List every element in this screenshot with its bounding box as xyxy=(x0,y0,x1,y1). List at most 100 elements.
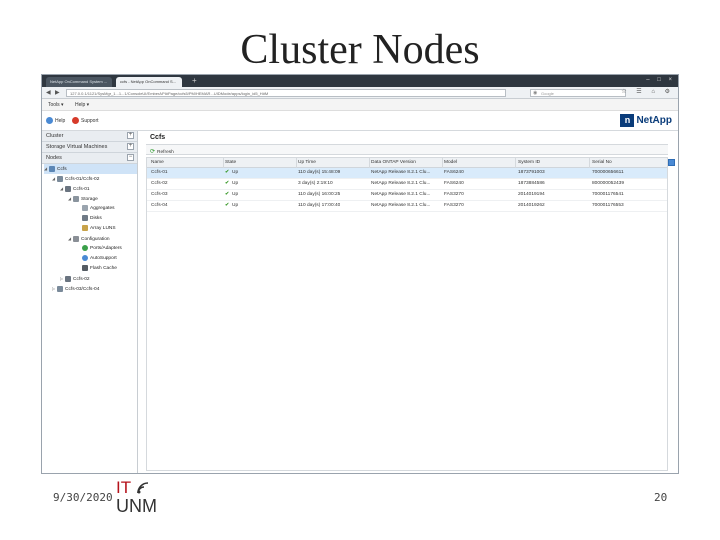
logo-it-text: IT xyxy=(116,478,132,497)
cell-state: ✔ Up xyxy=(225,179,238,189)
tree-item-ccfs-03-ccfs-04[interactable]: ▷ Ccfs-03/Ccfs-04 xyxy=(52,284,99,294)
table-row[interactable]: Ccfs-01 ✔ Up 110 day(s) 15:48:09 NetApp Rele… xyxy=(147,168,667,179)
refresh-button[interactable]: ⟳ Refresh xyxy=(150,149,174,155)
node-icon xyxy=(65,275,71,282)
table-row[interactable]: Ccfs-04 ✔ Up 110 day(s) 17:00:40 NetApp Rele… xyxy=(147,201,667,212)
cell-model: FAS3270 xyxy=(444,203,464,208)
page-title: Ccfs xyxy=(150,134,166,141)
browser-tab[interactable]: NetApp OnCommand System ... xyxy=(46,77,112,87)
column-header-ontap-version[interactable]: Data ONTAP Version xyxy=(371,158,416,168)
help-icon xyxy=(46,117,53,124)
tree-item-configuration[interactable]: ◢ Configuration xyxy=(68,234,110,244)
port-icon xyxy=(82,244,88,251)
table-row[interactable]: Ccfs-03 ✔ Up 110 day(s) 16:00:25 NetApp Rele… xyxy=(147,190,667,201)
configuration-icon xyxy=(73,235,79,242)
window-controls[interactable]: – □ × xyxy=(646,77,675,83)
cell-ontap-version: NetApp Release 8.2.1 Clu... xyxy=(371,181,431,186)
help-link[interactable]: Help xyxy=(46,117,65,124)
cell-system-id: 2014019194 xyxy=(518,192,545,197)
tree-item-ccfs-02[interactable]: ▷ Ccfs-02 xyxy=(60,274,90,284)
column-header-state[interactable]: State xyxy=(225,158,236,168)
table-header: Name State Up Time Data ONTAP Version Mo… xyxy=(147,158,675,168)
column-header-name[interactable]: Name xyxy=(151,158,164,168)
column-header-model[interactable]: Model xyxy=(444,158,457,168)
help-label: Help xyxy=(55,117,66,124)
netapp-logo: n NetApp xyxy=(620,114,672,127)
table-row[interactable]: Ccfs-02 ✔ Up 3 day(s) 2:19:10 NetApp Release… xyxy=(147,179,667,190)
refresh-icon: ⟳ xyxy=(150,149,156,155)
nodes-table: Name State Up Time Data ONTAP Version Mo… xyxy=(146,157,675,471)
storage-icon xyxy=(73,195,79,202)
cell-model: FAS6240 xyxy=(444,170,464,175)
column-header-serial-no[interactable]: Serial No xyxy=(592,158,612,168)
flash-cache-icon xyxy=(82,264,88,271)
browser-screenshot: NetApp OnCommand System ... ccfs - NetAp… xyxy=(41,74,679,474)
status-up-icon: ✔ xyxy=(225,181,230,186)
cell-up-time: 3 day(s) 2:19:10 xyxy=(298,181,333,186)
menu-tools[interactable]: Tools ▾ xyxy=(48,102,64,108)
tree-item-flash-cache[interactable]: Flash Cache xyxy=(82,264,117,274)
cell-name: Ccfs-04 xyxy=(151,203,168,208)
expand-icon[interactable]: + xyxy=(127,143,134,150)
slide-date: 9/30/2020 xyxy=(53,491,113,504)
content-pane: Ccfs ⟳ Refresh Name State Up Time Data ON… xyxy=(146,131,678,473)
support-link[interactable]: Support xyxy=(72,117,99,124)
back-arrow-icon[interactable]: ◀ xyxy=(46,89,51,96)
tree-item-storage[interactable]: ◢ Storage xyxy=(68,194,98,204)
search-placeholder: Google xyxy=(541,91,554,96)
search-input[interactable]: ◉ Google xyxy=(530,89,626,97)
column-header-up-time[interactable]: Up Time xyxy=(298,158,316,168)
cell-serial-no: 700000656611 xyxy=(592,170,624,175)
tree-item-ports-adapters[interactable]: Ports/Adapters xyxy=(82,244,122,254)
column-header-system-id[interactable]: System ID xyxy=(518,158,540,168)
tree-item-aggregates[interactable]: Aggregates xyxy=(82,204,115,214)
cell-serial-no: 700001176553 xyxy=(592,203,624,208)
disk-icon xyxy=(82,214,88,221)
cell-serial-no: 700001176541 xyxy=(592,192,624,197)
wireless-waves-icon xyxy=(137,482,149,494)
browser-toolbar-icons[interactable]: ☆ ☰ ⌂ ⚙ xyxy=(621,88,674,95)
node-icon xyxy=(65,185,71,192)
section-storage-virtual-machines[interactable]: Storage Virtual Machines + xyxy=(42,142,137,153)
section-cluster[interactable]: Cluster + xyxy=(42,131,137,142)
cell-system-id: 2014019262 xyxy=(518,203,545,208)
new-tab-button[interactable]: + xyxy=(192,76,197,85)
autosupport-icon xyxy=(82,254,88,261)
refresh-label: Refresh xyxy=(157,150,174,155)
cell-system-id: 1873791003 xyxy=(518,170,545,175)
support-icon xyxy=(72,117,79,124)
url-input[interactable]: 127.0.0.1/1121/SysMgr_1...1...1/ConsoleU… xyxy=(66,89,506,97)
tree-item-autosupport[interactable]: AutoSupport xyxy=(82,254,117,264)
section-nodes[interactable]: Nodes − xyxy=(42,153,137,164)
expand-icon[interactable]: + xyxy=(127,132,134,139)
tree-item-disks[interactable]: Disks xyxy=(82,214,102,224)
ha-pair-icon xyxy=(57,175,63,182)
menu-help[interactable]: Help ▾ xyxy=(75,102,89,108)
tree-item-ccfs-01-ccfs-02[interactable]: ◢ Ccfs-01/Ccfs-02 xyxy=(52,174,99,184)
tree-item-array-luns[interactable]: Array LUNS xyxy=(82,224,116,234)
cluster-icon xyxy=(49,165,55,172)
cell-name: Ccfs-03 xyxy=(151,192,168,197)
address-toolbar: ◀ ▶ 127.0.0.1/1121/SysMgr_1...1...1/Cons… xyxy=(42,87,678,99)
slide-title: Cluster Nodes xyxy=(240,27,480,73)
cell-model: FAS6240 xyxy=(444,181,464,186)
content-toolbar: ⟳ Refresh xyxy=(146,144,668,155)
browser-tab-active[interactable]: ccfs - NetApp OnCommand S... xyxy=(116,77,182,87)
logo-unm-text: UNM xyxy=(116,496,157,516)
section-label: Storage Virtual Machines xyxy=(46,144,108,150)
tree-item-ccfs-01[interactable]: ◢ Ccfs-01 xyxy=(60,184,90,194)
forward-arrow-icon[interactable]: ▶ xyxy=(55,89,60,96)
column-chooser-icon[interactable] xyxy=(668,159,675,166)
status-text: Up xyxy=(232,181,239,186)
cell-up-time: 110 day(s) 16:00:25 xyxy=(298,192,341,197)
help-bar: Help Support n NetApp xyxy=(42,111,678,131)
status-up-icon: ✔ xyxy=(225,192,230,197)
netapp-logo-text: NetApp xyxy=(636,115,672,126)
cell-ontap-version: NetApp Release 8.2.1 Clu... xyxy=(371,203,431,208)
tree-item-ccfs[interactable]: ◢ Ccfs xyxy=(44,164,137,174)
cell-model: FAS3270 xyxy=(444,192,464,197)
collapse-icon[interactable]: − xyxy=(127,154,134,161)
cell-serial-no: 800000052439 xyxy=(592,181,625,186)
cell-name: Ccfs-01 xyxy=(151,170,168,175)
cell-name: Ccfs-02 xyxy=(151,181,168,186)
